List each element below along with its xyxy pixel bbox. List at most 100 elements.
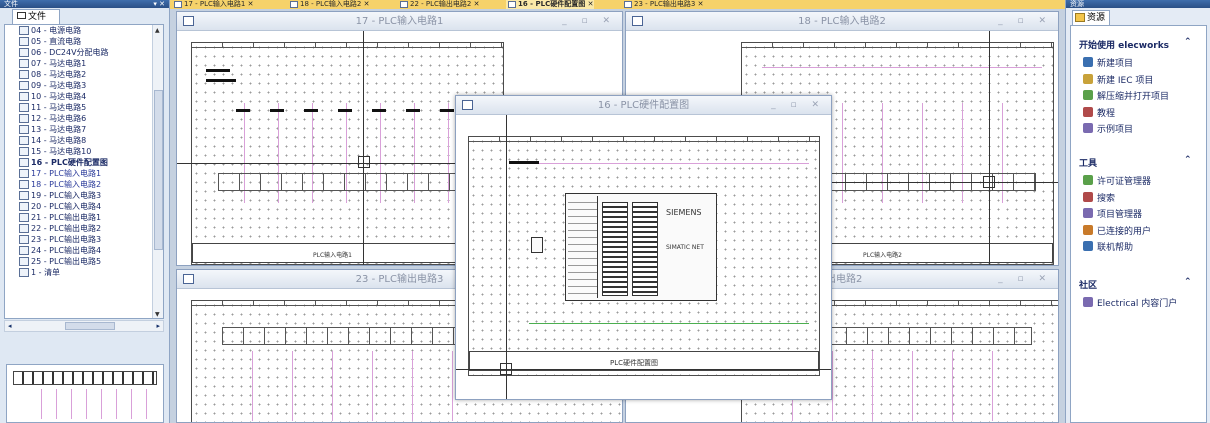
plc-rack: SIEMENS SIMATIC NET	[565, 193, 717, 301]
sheet-icon	[19, 59, 29, 68]
sheet-icon	[19, 268, 29, 277]
doc-tab[interactable]: 17 - PLC输入电路1 ✕	[172, 0, 253, 9]
resource-link-text: 联机帮助	[1097, 243, 1134, 253]
tree-item[interactable]: 16 - PLC硬件配置图	[5, 157, 163, 168]
window-titlebar[interactable]: 17 - PLC输入电路1 _ ▫ ✕	[177, 12, 622, 31]
tree-item[interactable]: 13 - 马达电路7	[5, 124, 163, 135]
resource-link[interactable]: 联机帮助	[1083, 240, 1133, 253]
scroll-right-arrow-icon[interactable]: ▸	[156, 322, 160, 330]
tree-item[interactable]: 22 - PLC输出电路2	[5, 223, 163, 234]
scroll-left-arrow-icon[interactable]: ◂	[8, 322, 12, 330]
doc-tab-label: 22 - PLC输出电路2 ✕	[410, 0, 480, 8]
resource-link-text: 项目管理器	[1097, 210, 1143, 220]
window-titlebar[interactable]: 16 - PLC硬件配置图 _ ▫ ✕	[456, 96, 831, 115]
tree-item[interactable]: 08 - 马达电路2	[5, 69, 163, 80]
window-title: 17 - PLC输入电路1	[355, 16, 444, 27]
resource-link[interactable]: 新建项目	[1083, 56, 1133, 69]
resource-link-icon	[1083, 175, 1093, 185]
window-titlebar[interactable]: 18 - PLC输入电路2 _ ▫ ✕	[626, 12, 1058, 31]
resource-section-title[interactable]: 工具 ⌃	[1079, 155, 1192, 169]
collapse-chevron-icon[interactable]: ⌃	[1184, 277, 1192, 287]
resource-link[interactable]: 许可证管理器	[1083, 174, 1151, 187]
file-tab[interactable]: 文件	[12, 9, 60, 24]
doc-tab-label: 23 - PLC输出电路3 ✕	[634, 0, 704, 8]
tree-item[interactable]: 25 - PLC输出电路5	[5, 256, 163, 267]
home-icon	[1075, 13, 1085, 22]
file-tree[interactable]: ▲ ▼ 04 - 电源电路 05 - 直流电路 06 - DC24V分配电路 07 -…	[4, 24, 164, 319]
hscroll-thumb[interactable]	[65, 322, 115, 330]
sheet-icon	[19, 92, 29, 101]
resource-link-icon	[1083, 73, 1093, 84]
sheet-icon	[19, 70, 29, 79]
drawing-icon	[183, 16, 194, 26]
window-controls[interactable]: _ ▫ ✕	[998, 12, 1052, 31]
resource-link[interactable]: 项目管理器	[1083, 207, 1142, 220]
wire	[509, 163, 809, 164]
sheet-icon	[19, 224, 29, 233]
terminal-rail	[222, 327, 482, 345]
resources-tab[interactable]: 资源	[1072, 10, 1110, 25]
resource-link[interactable]: 解压缩并打开项目	[1083, 89, 1169, 102]
window-plc-hardware-config[interactable]: 16 - PLC硬件配置图 _ ▫ ✕ SIEMENS SIMATIC NET P…	[455, 95, 832, 400]
resource-link[interactable]: 新建 IEC 项目	[1083, 73, 1153, 86]
doc-tab[interactable]: 18 - PLC输入电路2 ✕	[288, 0, 369, 9]
wire	[292, 351, 293, 421]
resource-link-icon	[1083, 106, 1093, 117]
tree-item[interactable]: 06 - DC24V分配电路	[5, 47, 163, 58]
doc-tab[interactable]: 22 - PLC输出电路2 ✕	[398, 0, 479, 9]
tree-item-label: 13 - 马达电路7	[31, 125, 87, 134]
resource-link[interactable]: Electrical 内容门户	[1083, 296, 1177, 309]
resource-section-title[interactable]: 社区 ⌃	[1079, 277, 1192, 291]
resource-link[interactable]: 教程	[1083, 106, 1115, 119]
cpu-module	[568, 196, 598, 298]
resource-link-text: 新建项目	[1097, 59, 1134, 69]
resource-link-icon	[1083, 90, 1093, 100]
sheet-icon	[19, 81, 29, 90]
window-controls[interactable]: _ ▫ ✕	[771, 96, 825, 115]
tree-item-label: 20 - PLC输入电路4	[31, 202, 102, 211]
collapse-chevron-icon[interactable]: ⌃	[1184, 155, 1192, 165]
resource-link[interactable]: 示例项目	[1083, 122, 1133, 135]
tree-item[interactable]: 1 - 清单	[5, 267, 163, 278]
resource-link[interactable]: 已连接的用户	[1083, 224, 1151, 237]
tree-item[interactable]: 17 - PLC输入电路1	[5, 168, 163, 179]
tree-item[interactable]: 09 - 马达电路3	[5, 80, 163, 91]
tree-item[interactable]: 18 - PLC输入电路2	[5, 179, 163, 190]
tree-item[interactable]: 24 - PLC输出电路4	[5, 245, 163, 256]
tree-item[interactable]: 15 - 马达电路10	[5, 146, 163, 157]
wire	[332, 351, 333, 421]
window-title: 23 - PLC输出电路3	[355, 274, 444, 285]
tree-hscrollbar[interactable]: ◂ ▸	[4, 320, 164, 332]
tree-item[interactable]: 07 - 马达电路1	[5, 58, 163, 69]
tree-item[interactable]: 20 - PLC输入电路4	[5, 201, 163, 212]
collapse-chevron-icon[interactable]: ⌃	[1184, 37, 1192, 47]
tree-item-label: 16 - PLC硬件配置图	[31, 158, 108, 167]
drawing-sheet[interactable]: SIEMENS SIMATIC NET PLC硬件配置图	[468, 136, 820, 376]
tree-item[interactable]: 12 - 马达电路6	[5, 113, 163, 124]
contact	[372, 109, 386, 112]
doc-tab[interactable]: 16 - PLC硬件配置图 ✕	[506, 0, 594, 9]
preview-wires	[27, 389, 147, 419]
title-block: PLC硬件配置图	[469, 351, 819, 371]
doc-tab[interactable]: 23 - PLC输出电路3 ✕	[622, 0, 703, 9]
panel-pin-close-icon[interactable]: ▾ ✕	[153, 0, 169, 8]
tree-item[interactable]: 19 - PLC输入电路3	[5, 190, 163, 201]
sheet-icon	[19, 48, 29, 57]
tree-item[interactable]: 10 - 马达电路4	[5, 91, 163, 102]
resource-link-icon	[1083, 241, 1093, 251]
tree-item-label: 18 - PLC输入电路2	[31, 180, 102, 189]
scroll-down-arrow-icon[interactable]: ▼	[155, 311, 160, 318]
tree-item[interactable]: 23 - PLC输出电路3	[5, 234, 163, 245]
tree-item-label: 17 - PLC输入电路1	[31, 169, 102, 178]
tree-item-label: 12 - 马达电路6	[31, 114, 87, 123]
resource-section-title[interactable]: 开始使用 elecworks ⌃	[1079, 37, 1192, 51]
tree-item[interactable]: 14 - 马达电路8	[5, 135, 163, 146]
tree-item[interactable]: 21 - PLC输出电路1	[5, 212, 163, 223]
wire	[952, 351, 953, 421]
tree-item[interactable]: 05 - 直流电路	[5, 36, 163, 47]
tree-item[interactable]: 04 - 电源电路	[5, 25, 163, 36]
window-controls[interactable]: _ ▫ ✕	[998, 270, 1052, 289]
window-controls[interactable]: _ ▫ ✕	[562, 12, 616, 31]
resource-link[interactable]: 搜索	[1083, 191, 1115, 204]
tree-item[interactable]: 11 - 马达电路5	[5, 102, 163, 113]
